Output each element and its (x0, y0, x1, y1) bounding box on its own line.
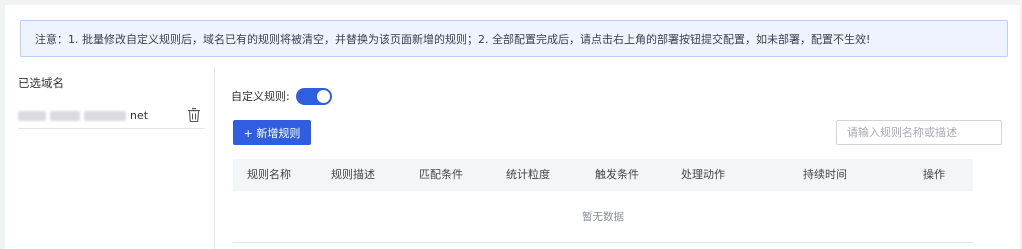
selected-domains-title: 已选域名 (18, 76, 64, 90)
column-header-action: 处理动作 (681, 168, 725, 181)
redacted-domain-part (50, 110, 80, 121)
column-header-rule-desc: 规则描述 (331, 168, 375, 181)
redacted-domain-part (18, 110, 46, 121)
redacted-domain-part (84, 110, 126, 121)
column-header-rule-name: 规则名称 (247, 168, 291, 181)
notice-banner: 注意：1. 批量修改自定义规则后，域名已有的规则将被清空，并替换为该页面新增的规… (20, 20, 1008, 57)
rule-search-input[interactable] (836, 120, 1002, 145)
selected-domains-panel: 已选域名 net (18, 67, 214, 249)
custom-rule-switch[interactable] (295, 87, 332, 105)
column-header-trigger-condition: 触发条件 (595, 168, 639, 181)
panel-divider (214, 67, 215, 249)
column-header-match-condition: 匹配条件 (419, 168, 463, 181)
add-rule-button[interactable]: + 新增规则 (233, 120, 311, 145)
custom-rule-toggle-row: 自定义规则: (231, 87, 332, 105)
page-container: 注意：1. 批量修改自定义规则后，域名已有的规则将被清空，并替换为该页面新增的规… (5, 5, 1020, 249)
column-header-operation: 操作 (923, 168, 945, 181)
trash-icon[interactable] (187, 107, 201, 123)
column-header-duration: 持续时间 (803, 168, 847, 181)
switch-knob (316, 89, 330, 103)
domain-list-item: net (18, 103, 205, 129)
rules-table-header: 规则名称 规则描述 匹配条件 统计粒度 触发条件 处理动作 持续时间 操作 (233, 159, 973, 191)
rules-panel: 自定义规则: + 新增规则 规则名称 规则描述 匹配条件 统计粒度 触发条件 处… (229, 67, 1009, 249)
table-empty-state: 暂无数据 (233, 191, 973, 243)
column-header-stat-granularity: 统计粒度 (506, 168, 550, 181)
custom-rule-label: 自定义规则: (231, 90, 290, 103)
notice-text: 注意：1. 批量修改自定义规则后，域名已有的规则将被清空，并替换为该页面新增的规… (35, 32, 871, 46)
domain-suffix: net (130, 109, 149, 122)
